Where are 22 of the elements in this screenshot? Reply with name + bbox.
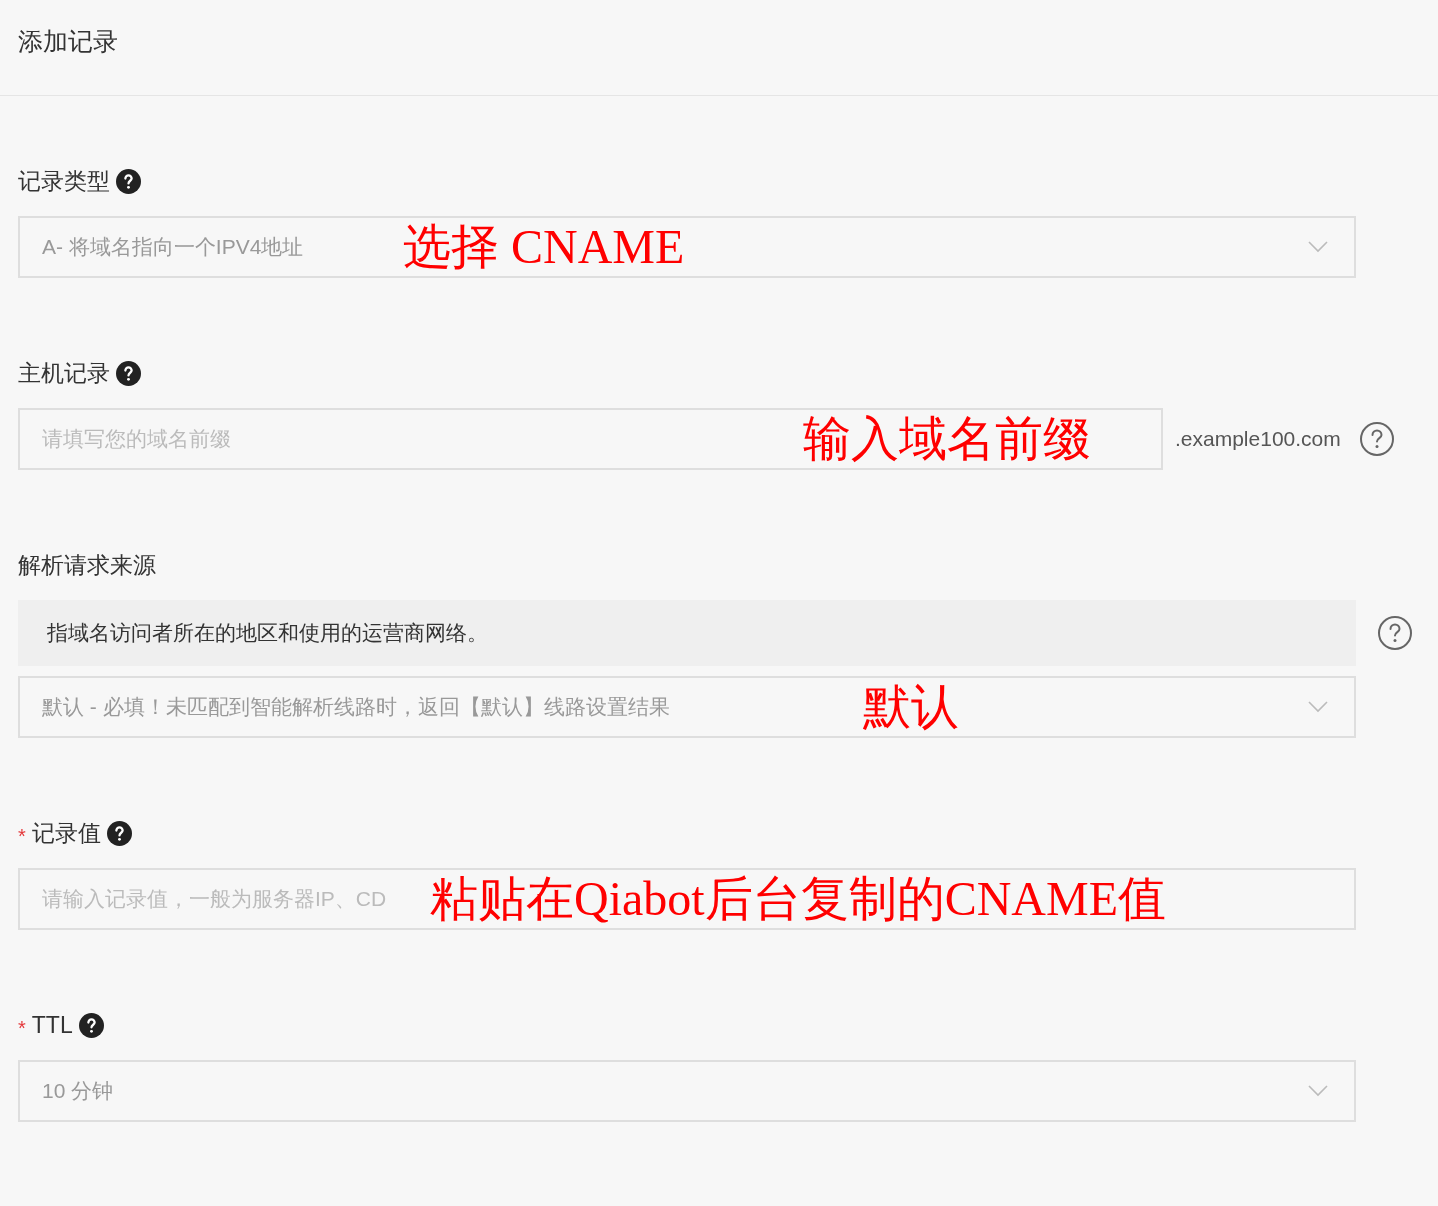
help-icon[interactable] bbox=[116, 360, 141, 386]
help-icon[interactable] bbox=[78, 1012, 104, 1038]
help-icon[interactable] bbox=[106, 820, 132, 846]
chevron-down-icon bbox=[1308, 1085, 1328, 1097]
select-field[interactable]: 10 分钟 bbox=[18, 1060, 1356, 1122]
required-mark: * bbox=[18, 1016, 26, 1041]
chevron-down-icon bbox=[1308, 701, 1328, 713]
required-mark: * bbox=[18, 824, 26, 849]
field-label: 主机记录 bbox=[18, 358, 110, 388]
field-label: 解析请求来源 bbox=[18, 550, 156, 580]
domain-suffix: .example100.com bbox=[1175, 426, 1341, 453]
field-label: 记录值 bbox=[31, 818, 101, 848]
annotation-text: 选择 CNAME bbox=[403, 223, 685, 271]
page-title: 添加记录 bbox=[18, 25, 118, 57]
chevron-down-icon bbox=[1308, 241, 1328, 253]
help-icon[interactable] bbox=[116, 168, 141, 194]
field-label: TTL bbox=[31, 1010, 73, 1040]
annotation-text: 输入域名前缀 bbox=[803, 415, 1091, 463]
field-label: 记录类型 bbox=[18, 166, 110, 196]
annotation-text: 默认 bbox=[863, 683, 959, 731]
info-note: 指域名访问者所在的地区和使用的运营商网络。 bbox=[18, 600, 1356, 666]
annotation-text: 粘贴在Qiabot后台复制的CNAME值 bbox=[430, 875, 1166, 923]
